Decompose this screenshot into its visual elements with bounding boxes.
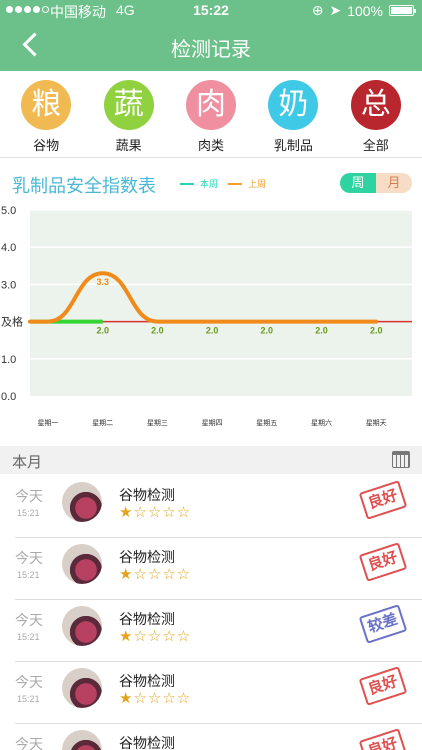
data-label: 3.3 — [96, 277, 109, 287]
legend-label-last-week: 上周 — [248, 179, 267, 189]
record-name: 谷物检测 — [119, 673, 175, 689]
category-item[interactable]: 肉 肉类 — [176, 71, 246, 157]
category-item[interactable]: 奶 乳制品 — [258, 71, 328, 157]
data-label: 2.0 — [151, 326, 164, 336]
record-thumbnail — [62, 668, 102, 708]
record-day: 今天 — [15, 736, 43, 750]
data-label: 2.0 — [370, 326, 383, 336]
category-icon: 总 — [350, 80, 401, 130]
category-icon: 蔬 — [103, 80, 154, 130]
record-time: 15:21 — [17, 694, 40, 704]
x-tick-label: 星期四 — [202, 419, 223, 427]
category-item[interactable]: 总 全部 — [341, 71, 411, 157]
category-item[interactable]: 粮 谷物 — [11, 71, 81, 157]
record-name: 谷物检测 — [119, 611, 175, 627]
battery-percent: 100% — [347, 2, 383, 19]
record-thumbnail — [62, 544, 102, 584]
data-label: 2.0 — [96, 326, 109, 336]
x-tick-label: 星期二 — [92, 419, 113, 427]
x-tick-label: 星期六 — [311, 418, 332, 427]
result-stamp: 良好 — [358, 728, 408, 750]
record-day: 今天 — [15, 488, 43, 504]
category-label: 蔬果 — [115, 138, 142, 153]
chart-legend: 本周 上周 — [180, 177, 266, 190]
list-item[interactable]: 今天 15:21 谷物检测 ★☆☆☆☆ 良好 — [0, 476, 422, 538]
record-thumbnail — [62, 606, 102, 646]
star-rating: ★☆☆☆☆ — [119, 628, 192, 645]
record-name: 谷物检测 — [119, 735, 175, 750]
y-tick-label: 3.0 — [1, 279, 16, 291]
safety-index-chart: 0.0 1.0 及格 3.0 4.0 5.0 星期一 星期二 星期三 星期四 星期五 星期六 星期天 3.… — [1, 205, 412, 427]
category-icon: 粮 — [21, 80, 72, 130]
star-rating: ★☆☆☆☆ — [119, 690, 192, 707]
lock-rotation-icon: ⊕ — [311, 2, 324, 18]
list-item[interactable]: 今天 15:21 谷物检测 ★☆☆☆☆ 良好 — [0, 538, 422, 600]
calendar-icon[interactable] — [392, 451, 410, 468]
list-item[interactable]: 今天 15:21 谷物检测 ★☆☆☆☆ 良好 — [0, 662, 422, 724]
record-thumbnail — [62, 730, 102, 750]
category-item[interactable]: 蔬 蔬果 — [94, 71, 164, 157]
status-bar: 中国移动 4G 15:22 ⊕ ➤ 100% — [0, 0, 422, 22]
category-label: 肉类 — [197, 138, 224, 153]
result-stamp: 较差 — [358, 604, 408, 644]
battery-icon — [389, 5, 416, 16]
list-item[interactable]: 今天 15:21 谷物检测 ★☆☆☆☆ 较差 — [0, 600, 422, 662]
record-time: 15:21 — [17, 632, 40, 642]
y-tick-label: 0.0 — [1, 391, 16, 403]
x-tick-label: 星期一 — [38, 419, 59, 427]
result-stamp: 良好 — [358, 480, 408, 520]
list-item[interactable]: 今天 15:21 谷物检测 ★☆☆☆☆ 良好 — [0, 724, 422, 750]
month-section-header: 本月 — [0, 446, 422, 474]
record-day: 今天 — [15, 674, 43, 690]
legend-label-this-week: 本周 — [200, 179, 219, 189]
toggle-month[interactable]: 月 — [376, 173, 412, 193]
period-toggle: 周 月 — [340, 173, 412, 193]
result-stamp: 良好 — [358, 666, 408, 706]
x-tick-label: 星期三 — [147, 419, 168, 427]
divider — [0, 157, 422, 158]
data-label: 2.0 — [315, 326, 328, 336]
y-tick-label: 5.0 — [1, 205, 16, 217]
record-day: 今天 — [15, 612, 43, 628]
location-icon: ➤ — [329, 2, 342, 18]
record-thumbnail — [62, 482, 102, 522]
toggle-week[interactable]: 周 — [340, 173, 376, 193]
plot-area — [30, 210, 412, 396]
result-stamp: 良好 — [358, 542, 408, 582]
data-label: 2.0 — [206, 326, 219, 336]
y-tick-label: 1.0 — [1, 354, 16, 366]
page-title: 检测记录 — [171, 39, 251, 61]
y-tick-label: 4.0 — [1, 242, 16, 254]
category-bar: 粮 谷物蔬 蔬果肉 肉类奶 乳制品总 全部 — [0, 71, 422, 157]
data-label: 2.0 — [261, 326, 274, 336]
record-name: 谷物检测 — [119, 549, 175, 565]
record-time: 15:21 — [17, 508, 40, 518]
x-tick-label: 星期五 — [256, 419, 277, 427]
app-header: 中国移动 4G 15:22 ⊕ ➤ 100% 检测记录 — [0, 0, 422, 71]
category-label: 乳制品 — [273, 138, 313, 153]
star-rating: ★☆☆☆☆ — [119, 566, 192, 583]
chart-title: 乳制品安全指数表 — [12, 176, 156, 196]
section-label: 本月 — [12, 454, 43, 471]
record-name: 谷物检测 — [119, 487, 175, 503]
y-tick-label: 及格 — [1, 315, 23, 329]
category-icon: 奶 — [268, 80, 319, 130]
x-tick-label: 星期天 — [366, 419, 387, 427]
category-icon: 肉 — [185, 80, 236, 130]
record-time: 15:21 — [17, 570, 40, 580]
legend-swatch-this-week — [180, 182, 194, 185]
legend-swatch-last-week — [228, 182, 243, 185]
star-rating: ★☆☆☆☆ — [119, 504, 192, 521]
record-list: 今天 15:21 谷物检测 ★☆☆☆☆ 良好 今天 15:21 谷物检测 ★☆☆… — [0, 476, 422, 750]
record-day: 今天 — [15, 550, 43, 566]
category-label: 谷物 — [33, 138, 60, 153]
category-label: 全部 — [362, 138, 389, 153]
